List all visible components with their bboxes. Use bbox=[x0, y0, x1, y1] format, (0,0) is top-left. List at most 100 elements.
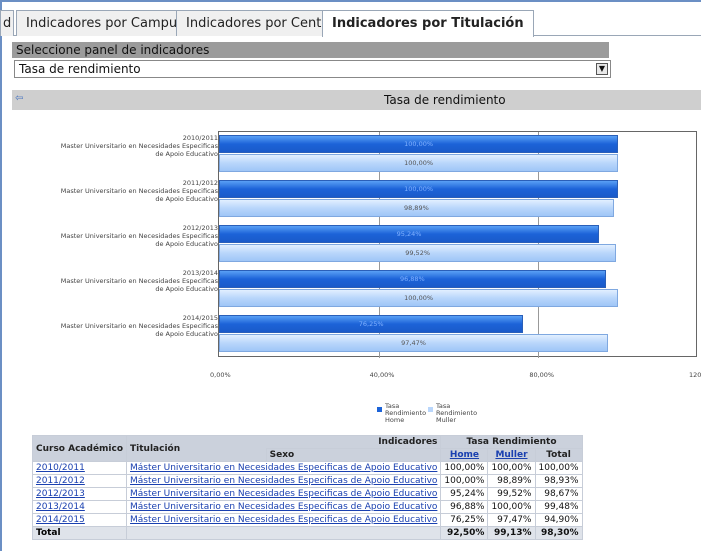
cell-total: 98,93% bbox=[534, 474, 583, 488]
app-page: d Indicadores por Campus Indicadores por… bbox=[0, 0, 701, 551]
tab-hidden[interactable]: d bbox=[0, 10, 14, 36]
titulacion-link[interactable]: Máster Universitario en Necesidades Espe… bbox=[130, 463, 437, 473]
category-label-line: 2012/2013 bbox=[182, 224, 218, 232]
bar-value-label: 95,24% bbox=[396, 230, 422, 238]
sort-muller[interactable]: Muller bbox=[487, 448, 536, 462]
category-label: 2010/2011 Master Universitario en Necesid… bbox=[42, 134, 218, 158]
category-label: 2011/2012 Master Universitario en Necesid… bbox=[42, 179, 218, 203]
curso-link: 2010/2011 bbox=[31, 461, 128, 475]
titulacion-link[interactable]: Máster Universitario en Necesidades Espe… bbox=[130, 489, 437, 499]
titulacion-link: Máster Universitario en Necesidades Espe… bbox=[126, 461, 442, 475]
cell-muller: 98,89% bbox=[487, 474, 536, 488]
legend-swatch bbox=[428, 407, 433, 412]
titulacion-link: Máster Universitario en Necesidades Espe… bbox=[126, 487, 442, 501]
col-total: Total bbox=[534, 448, 583, 462]
performance-chart: 100,00% 100,00% 100,00% 98,89% 95,24% 99,52% 9… bbox=[32, 124, 701, 424]
table-row: 2014/2015 Máster Universitario en Necesid… bbox=[31, 513, 583, 527]
category-label-line: de Apoio Educativo bbox=[155, 285, 218, 293]
titulacion-link[interactable]: Máster Universitario en Necesidades Espe… bbox=[130, 515, 437, 525]
results-table: Curso Académico Titulación Indicadores T… bbox=[31, 435, 583, 540]
cell-total: 94,90% bbox=[534, 513, 583, 527]
cell-muller: 100,00% bbox=[487, 500, 536, 514]
indicator-panel-select[interactable]: Tasa de rendimiento ▼ bbox=[14, 60, 611, 78]
titulacion-link: Máster Universitario en Necesidades Espe… bbox=[126, 513, 442, 527]
table-row: 2010/2011 Máster Universitario en Necesid… bbox=[31, 461, 583, 475]
curso-link[interactable]: 2010/2011 bbox=[36, 463, 85, 473]
cell-total: 99,48% bbox=[534, 500, 583, 514]
curso-link[interactable]: 2011/2012 bbox=[36, 476, 85, 486]
bar-value-label: 100,00% bbox=[404, 159, 434, 167]
legend-swatch bbox=[377, 407, 382, 412]
tab-campus[interactable]: Indicadores por Campus bbox=[16, 10, 194, 36]
cell-home: 95,24% bbox=[440, 487, 489, 501]
table-row: 2013/2014 Máster Universitario en Necesid… bbox=[31, 500, 583, 514]
cell-total: 100,00% bbox=[534, 461, 583, 475]
titulacion-link: Máster Universitario en Necesidades Espe… bbox=[126, 500, 442, 514]
legend-entry: Tasa Rendimiento Muller bbox=[436, 402, 478, 424]
curso-link[interactable]: 2014/2015 bbox=[36, 515, 85, 525]
tab-bar: d Indicadores por Campus Indicadores por… bbox=[0, 8, 701, 37]
table-row: 2012/2013 Máster Universitario en Necesid… bbox=[31, 487, 583, 501]
x-tick-label: 40,00% bbox=[369, 371, 395, 379]
bar-value-label: 76,25% bbox=[358, 320, 384, 328]
cell-muller: 97,47% bbox=[487, 513, 536, 527]
titulacion-link[interactable]: Máster Universitario en Necesidades Espe… bbox=[130, 476, 437, 486]
category-label-line: Master Universitario en Necesidades Espe… bbox=[60, 277, 218, 285]
category-label-line: Master Universitario en Necesidades Espe… bbox=[60, 322, 218, 330]
section-title-bar: ⇦ Tasa de rendimiento bbox=[12, 90, 701, 110]
category-label-line: 2011/2012 bbox=[182, 179, 218, 187]
col-titulacion: Titulación bbox=[126, 435, 267, 462]
curso-link: 2013/2014 bbox=[31, 500, 128, 514]
legend-entry: Tasa Rendimiento Home bbox=[385, 402, 427, 424]
total-home: 92,50% bbox=[440, 526, 489, 540]
tab-titulacion[interactable]: Indicadores por Titulación bbox=[322, 10, 534, 37]
bar-value-label: 100,00% bbox=[404, 140, 434, 148]
total-total: 98,30% bbox=[534, 526, 583, 540]
select-value: Tasa de rendimiento bbox=[19, 62, 141, 76]
collapse-icon[interactable]: ⇦ bbox=[15, 93, 23, 104]
totals-row: Total 92,50% 99,13% 98,30% bbox=[31, 526, 583, 540]
col-indicadores: Indicadores bbox=[266, 435, 442, 449]
bar-value-label: 100,00% bbox=[404, 294, 434, 302]
col-sexo: Sexo bbox=[265, 448, 442, 462]
category-label: 2013/2014 Master Universitario en Necesid… bbox=[42, 269, 218, 293]
total-muller: 99,13% bbox=[487, 526, 536, 540]
tab-centro[interactable]: Indicadores por Centro bbox=[176, 10, 345, 36]
x-tick-label: 120,00% bbox=[689, 371, 701, 379]
x-tick-label: 80,00% bbox=[529, 371, 555, 379]
category-label-line: 2014/2015 bbox=[182, 314, 218, 322]
category-label-line: de Apoio Educativo bbox=[155, 195, 218, 203]
curso-link: 2011/2012 bbox=[31, 474, 128, 488]
table-row: 2011/2012 Máster Universitario en Necesid… bbox=[31, 474, 583, 488]
titulacion-link[interactable]: Máster Universitario en Necesidades Espe… bbox=[130, 502, 437, 512]
bar-value-label: 96,88% bbox=[399, 275, 425, 283]
category-label-line: 2010/2011 bbox=[182, 134, 218, 142]
total-spacer bbox=[126, 526, 442, 540]
category-label-line: de Apoio Educativo bbox=[155, 150, 218, 158]
cell-home: 96,88% bbox=[440, 500, 489, 514]
cell-muller: 99,52% bbox=[487, 487, 536, 501]
curso-link[interactable]: 2012/2013 bbox=[36, 489, 85, 499]
col-curso: Curso Académico bbox=[31, 435, 128, 462]
sort-home[interactable]: Home bbox=[440, 448, 489, 462]
cell-home: 100,00% bbox=[440, 461, 489, 475]
category-label-line: Master Universitario en Necesidades Espe… bbox=[60, 142, 218, 150]
category-label-line: de Apoio Educativo bbox=[155, 330, 218, 338]
bar-value-label: 97,47% bbox=[401, 339, 426, 347]
category-label: 2014/2015 Master Universitario en Necesid… bbox=[42, 314, 218, 338]
plot-area: 100,00% 100,00% 100,00% 98,89% 95,24% 99,52% 9… bbox=[218, 131, 697, 358]
bar-value-label: 100,00% bbox=[404, 185, 434, 193]
cell-muller: 100,00% bbox=[487, 461, 536, 475]
cell-home: 76,25% bbox=[440, 513, 489, 527]
category-label-line: 2013/2014 bbox=[182, 269, 218, 277]
total-label: Total bbox=[31, 526, 128, 540]
col-tasa: Tasa Rendimiento bbox=[440, 435, 583, 449]
curso-link: 2014/2015 bbox=[31, 513, 128, 527]
curso-link[interactable]: 2013/2014 bbox=[36, 502, 85, 512]
bar-value-label: 99,52% bbox=[405, 249, 431, 257]
chevron-down-icon[interactable]: ▼ bbox=[596, 63, 608, 75]
x-tick-label: 0,00% bbox=[210, 371, 231, 379]
titulacion-link: Máster Universitario en Necesidades Espe… bbox=[126, 474, 442, 488]
category-label: 2012/2013 Master Universitario en Necesid… bbox=[42, 224, 218, 248]
category-label-line: de Apoio Educativo bbox=[155, 240, 218, 248]
